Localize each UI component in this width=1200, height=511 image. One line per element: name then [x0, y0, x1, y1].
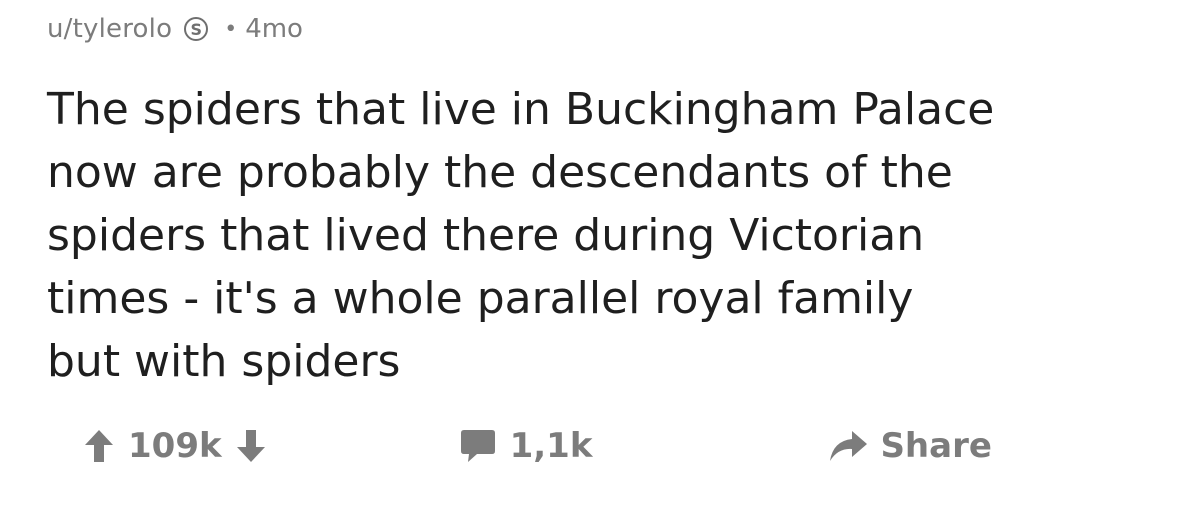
comment-count: 1,1k — [509, 426, 593, 466]
comment-body: The spiders that live in Buckingham Pala… — [47, 84, 995, 387]
comment-card: u/tylerolo S • 4mo The spiders that live… — [0, 0, 1200, 511]
meta-separator: • — [224, 16, 238, 42]
comments-button[interactable]: 1,1k — [460, 426, 593, 466]
share-label: Share — [880, 426, 992, 466]
comment-meta: u/tylerolo S • 4mo — [47, 14, 303, 44]
arrow-up-icon[interactable] — [84, 429, 114, 463]
username-link[interactable]: u/tylerolo — [47, 14, 172, 44]
vote-controls: 109k — [84, 426, 266, 466]
comment-actions: 109k 1,1k Share — [84, 426, 992, 466]
arrow-down-icon[interactable] — [236, 429, 266, 463]
share-button[interactable]: Share — [828, 426, 992, 466]
comment-bubble-icon — [460, 429, 496, 463]
comment-age: 4mo — [245, 14, 303, 44]
share-arrow-icon — [828, 429, 868, 463]
vote-score: 109k — [128, 426, 222, 466]
s-coin-icon: S — [184, 17, 209, 41]
